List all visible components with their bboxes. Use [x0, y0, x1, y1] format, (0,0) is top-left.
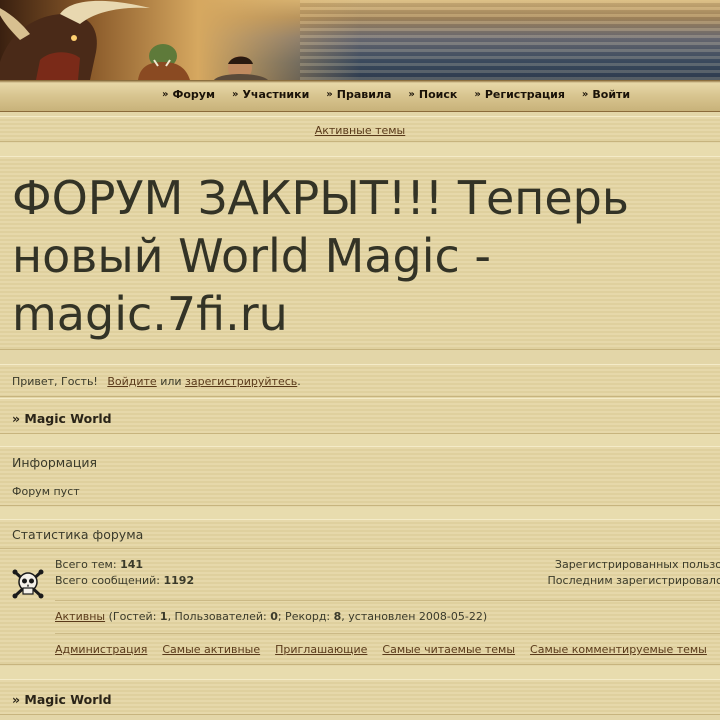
active-topics-link[interactable]: Активные темы: [315, 124, 406, 137]
info-text: Форум пуст: [12, 485, 80, 498]
banner-artwork: [0, 0, 268, 80]
info-heading: Информация: [12, 455, 98, 470]
category-header[interactable]: » Magic World: [0, 679, 720, 715]
banner-clouds: [300, 0, 720, 80]
most-active-link[interactable]: Самые активные: [162, 643, 260, 656]
welcome-bar: Привет, Гость! Войдите или зарегистрируй…: [0, 364, 720, 397]
inviters-link[interactable]: Приглашающие: [275, 643, 367, 656]
users-value: 0: [270, 610, 278, 623]
info-panel: Информация Форум пуст: [0, 446, 720, 506]
online-stat: Активны (Гостей: 1, Пользователей: 0; Ре…: [55, 610, 487, 623]
online-link[interactable]: Активны: [55, 610, 105, 623]
login-link[interactable]: Войдите: [107, 375, 156, 388]
nav-item-search[interactable]: » Поиск: [408, 88, 457, 101]
record-label: ; Рекорд:: [277, 610, 331, 623]
or-text: или: [160, 375, 182, 388]
nav-label[interactable]: Войти: [592, 88, 630, 101]
admin-link[interactable]: Администрация: [55, 643, 147, 656]
nav-item-register[interactable]: » Регистрация: [474, 88, 565, 101]
guests-label: (Гостей:: [108, 610, 157, 623]
divider: [55, 633, 720, 634]
nav-label[interactable]: Форум: [172, 88, 215, 101]
nav-item-members[interactable]: » Участники: [232, 88, 309, 101]
divider: [0, 666, 720, 679]
double-chevron-icon: »: [326, 89, 333, 100]
double-chevron-icon: »: [581, 89, 589, 100]
posts-stat: Всего сообщений: 1192: [55, 574, 194, 587]
divider: [0, 143, 720, 157]
most-commented-topics-link[interactable]: Самые комментируемые темы: [530, 643, 707, 656]
skull-crossbones-icon: [12, 569, 44, 599]
divider: [55, 600, 720, 601]
nav-label[interactable]: Участники: [242, 88, 309, 101]
divider: [0, 434, 720, 446]
topics-label: Всего тем:: [55, 558, 117, 571]
main-nav: » Форум » Участники » Правила » Поиск » Регис…: [0, 80, 720, 112]
nav-label[interactable]: Регистрация: [485, 88, 565, 101]
posts-label: Всего сообщений:: [55, 574, 160, 587]
double-chevron-icon: »: [162, 89, 169, 100]
most-read-topics-link[interactable]: Самые читаемые темы: [382, 643, 515, 656]
registered-stat: Зарегистрированных пользо: [554, 558, 720, 571]
nav-item-login[interactable]: » Войти: [582, 88, 630, 101]
nav-item-rules[interactable]: » Правила: [326, 88, 391, 101]
greeting: Привет, Гость!: [12, 375, 98, 388]
last-registered-stat: Последним зарегистрировалс: [547, 574, 720, 587]
forum-title: ФОРУМ ЗАКРЫТ!!! Теперь новый World Magic…: [12, 171, 629, 341]
topics-stat: Всего тем: 141: [55, 558, 143, 571]
nav-label[interactable]: Поиск: [419, 88, 457, 101]
header-banner: [0, 0, 720, 80]
record-date: , установлен 2008-05-22): [341, 610, 488, 623]
guests-value: 1: [159, 610, 168, 623]
divider: [0, 507, 720, 519]
topics-value: 141: [120, 558, 144, 571]
active-topics-bar: Активные темы: [0, 116, 720, 142]
double-chevron-icon: »: [474, 89, 481, 100]
register-link[interactable]: зарегистрируйтесь: [185, 375, 297, 388]
stats-heading: Статистика форума: [12, 527, 144, 542]
nav-label[interactable]: Правила: [337, 88, 392, 101]
divider: [0, 548, 720, 549]
period: .: [297, 375, 301, 388]
stats-panel: Статистика форума Всего тем: 141 Всего с…: [0, 519, 720, 665]
users-label: , Пользователей:: [167, 610, 267, 623]
posts-value: 1192: [163, 574, 195, 587]
stats-links: Администрация Самые активные Приглашающи…: [55, 643, 720, 656]
forum-title-panel: ФОРУМ ЗАКРЫТ!!! Теперь новый World Magic…: [0, 156, 720, 350]
category-header[interactable]: » Magic World: [0, 398, 720, 434]
nav-item-forum[interactable]: » Форум: [162, 88, 215, 101]
double-chevron-icon: »: [231, 89, 239, 100]
double-chevron-icon: »: [408, 89, 415, 100]
